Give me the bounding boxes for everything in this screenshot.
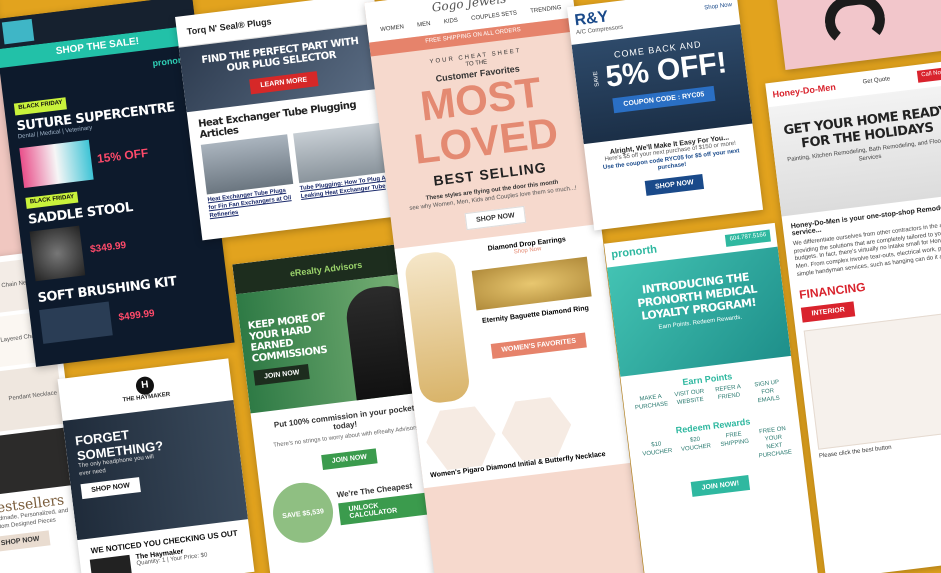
join-now-button[interactable]: JOIN NOW [253,363,311,386]
honey-logo: Honey-Do-Men [772,81,837,100]
article-image [200,134,294,195]
ring-image [471,256,592,311]
erealty-logo: eRealty Advisors [289,259,363,279]
join-now-button-2[interactable]: JOIN NOW [320,448,378,470]
necklace-image [423,404,500,472]
save-amount: SAVE $5,539 [281,508,325,521]
hero-text: KEEP MORE OF YOUR HARD EARNED COMMISSION… [247,311,328,365]
interior-button[interactable]: INTERIOR [800,301,856,323]
brush-price: $499.99 [118,307,156,324]
shop-now-button[interactable]: Shop Now [80,477,141,500]
house-diagram [803,309,941,450]
stool-price: $349.99 [89,239,127,256]
suture-price: 15% OFF [96,145,149,166]
nav-women[interactable]: WOMEN [380,24,404,35]
loyalty-hero: INTRODUCING THE PRONORTH MEDICAL LOYALTY… [606,246,792,377]
join-now-button[interactable]: JOIN NOW! [690,474,750,497]
nav-couples[interactable]: COUPLES SETS [471,10,518,23]
earn-refer: REFER A FRIEND [714,384,742,401]
article-image [293,122,386,184]
reward-free: FREE ON YOUR NEXT PURCHASE [758,426,793,460]
black-friday-badge: BLACK FRIDAY [13,97,68,116]
gift-box-image [498,395,575,463]
nav-trending[interactable]: TRENDING [530,5,562,17]
womens-favorites-button[interactable]: Women's Favorites [490,332,587,359]
stool-image [29,225,86,282]
suture-boxes-image [19,139,94,188]
torq-logo: Torq N' Seal® Plugs [186,16,273,37]
haymaker-hero: FORGET SOMETHING? The only headphone you… [62,399,248,540]
pronorth-logo: pronorth [610,243,658,261]
jewelry-item[interactable]: Pendant Necklace [0,364,65,435]
black-friday-badge-2: BLACK FRIDAY [25,191,79,210]
reward-20: $20 VOUCHER [680,436,712,454]
haymaker-logo-icon: H [134,375,156,396]
haymaker-email: H THE HAYMAKER FORGET SOMETHING? The onl… [57,358,255,573]
money-image: SAVE $5,539 [269,479,337,546]
shop-now-button[interactable]: SHOP NOW [644,174,705,197]
gift-image [1,18,35,45]
shop-now-button[interactable]: SHOP NOW [464,205,527,230]
call-now-button[interactable]: Call Now [916,66,941,83]
learn-more-button[interactable]: LEARN MORE [249,71,319,95]
nav-kids[interactable]: KIDS [444,18,459,27]
nav-men[interactable]: MEN [417,21,431,30]
torq-n-seal-email: Torq N' Seal® Plugs FIND THE PERFECT PAR… [175,0,401,241]
headphone-panel [775,0,941,71]
brush-kit-image [39,301,113,345]
phone-button[interactable]: 604.787.5166 [725,229,771,247]
jewelry-image [0,427,73,496]
honey-hero: GET YOUR HOME READY FOR THE HOLIDAYS Pai… [768,83,941,217]
save-label: SAVE [593,70,602,87]
shop-now-button[interactable]: Shop Now [0,529,51,553]
reward-shipping: FREE SHIPPING [720,431,750,449]
get-quote-link[interactable]: Get Quote [862,76,890,87]
earn-website: VISIT OUR WEBSITE [674,388,705,406]
ry-compressors-email: R&Y A/C Compressors Shop Now COME BACK A… [566,0,764,231]
earn-signup: SIGN UP FOR EMAILS [754,379,780,404]
shop-now-link[interactable]: Shop Now [704,2,732,13]
headphones-image [822,0,888,49]
reward-10: $10 VOUCHER [642,441,673,458]
earn-purchase: MAKE A PURCHASE [634,393,669,412]
